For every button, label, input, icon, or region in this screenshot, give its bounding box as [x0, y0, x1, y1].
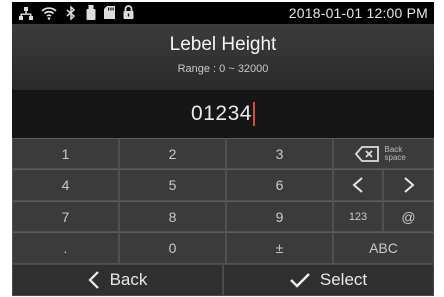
status-time: 2018-01-01 12:00 PM [288, 5, 428, 21]
key-6[interactable]: 6 [226, 169, 333, 201]
chevron-left-icon [88, 271, 99, 289]
select-button[interactable]: Select [223, 264, 434, 296]
network-icon [19, 7, 33, 20]
numeric-mode-key[interactable]: 123 [333, 201, 383, 232]
header: Lebel Height Range : 0 ~ 32000 [12, 24, 434, 90]
cursor-left-key[interactable] [333, 169, 383, 201]
backspace-key[interactable]: Back space [333, 138, 434, 169]
wifi-icon [41, 7, 57, 20]
checkmark-icon [290, 273, 310, 288]
text-caret [252, 102, 255, 126]
back-button-label: Back [109, 270, 148, 289]
usb-icon [86, 5, 96, 20]
select-button-label: Select [319, 270, 368, 289]
key-2[interactable]: 2 [119, 138, 226, 169]
abc-mode-key[interactable]: ABC [333, 232, 434, 264]
status-bar: 2018-01-01 12:00 PM [12, 2, 434, 24]
key-7[interactable]: 7 [12, 201, 119, 232]
backspace-label: Back space [384, 144, 406, 162]
plus-minus-key[interactable]: ± [226, 232, 333, 264]
keypad: 1 2 3 Back space 4 5 6 7 8 9 123 @ . 0 ±… [12, 138, 434, 264]
cursor-right-key[interactable] [383, 169, 434, 201]
action-bar: Back Select [12, 264, 434, 296]
input-value: 01234 [191, 102, 252, 125]
key-9[interactable]: 9 [226, 201, 333, 232]
lock-icon [123, 5, 134, 19]
back-button[interactable]: Back [12, 264, 223, 296]
device-screen: 2018-01-01 12:00 PM Lebel Height Range :… [12, 2, 434, 296]
at-sign-key[interactable]: @ [383, 201, 434, 232]
page-title: Lebel Height [169, 34, 277, 55]
chevron-left-icon [352, 177, 363, 193]
key-5[interactable]: 5 [119, 169, 226, 201]
key-decimal[interactable]: . [12, 232, 119, 264]
value-input[interactable]: 01234 [12, 99, 434, 129]
key-1[interactable]: 1 [12, 138, 119, 169]
bluetooth-icon [66, 6, 76, 20]
key-8[interactable]: 8 [119, 201, 226, 232]
key-0[interactable]: 0 [119, 232, 226, 264]
range-hint: Range : 0 ~ 32000 [177, 63, 269, 75]
sd-card-icon [104, 6, 115, 19]
input-area: 01234 [12, 90, 434, 138]
key-4[interactable]: 4 [12, 169, 119, 201]
backspace-icon [354, 145, 379, 162]
key-3[interactable]: 3 [226, 138, 333, 169]
chevron-right-icon [403, 177, 415, 193]
